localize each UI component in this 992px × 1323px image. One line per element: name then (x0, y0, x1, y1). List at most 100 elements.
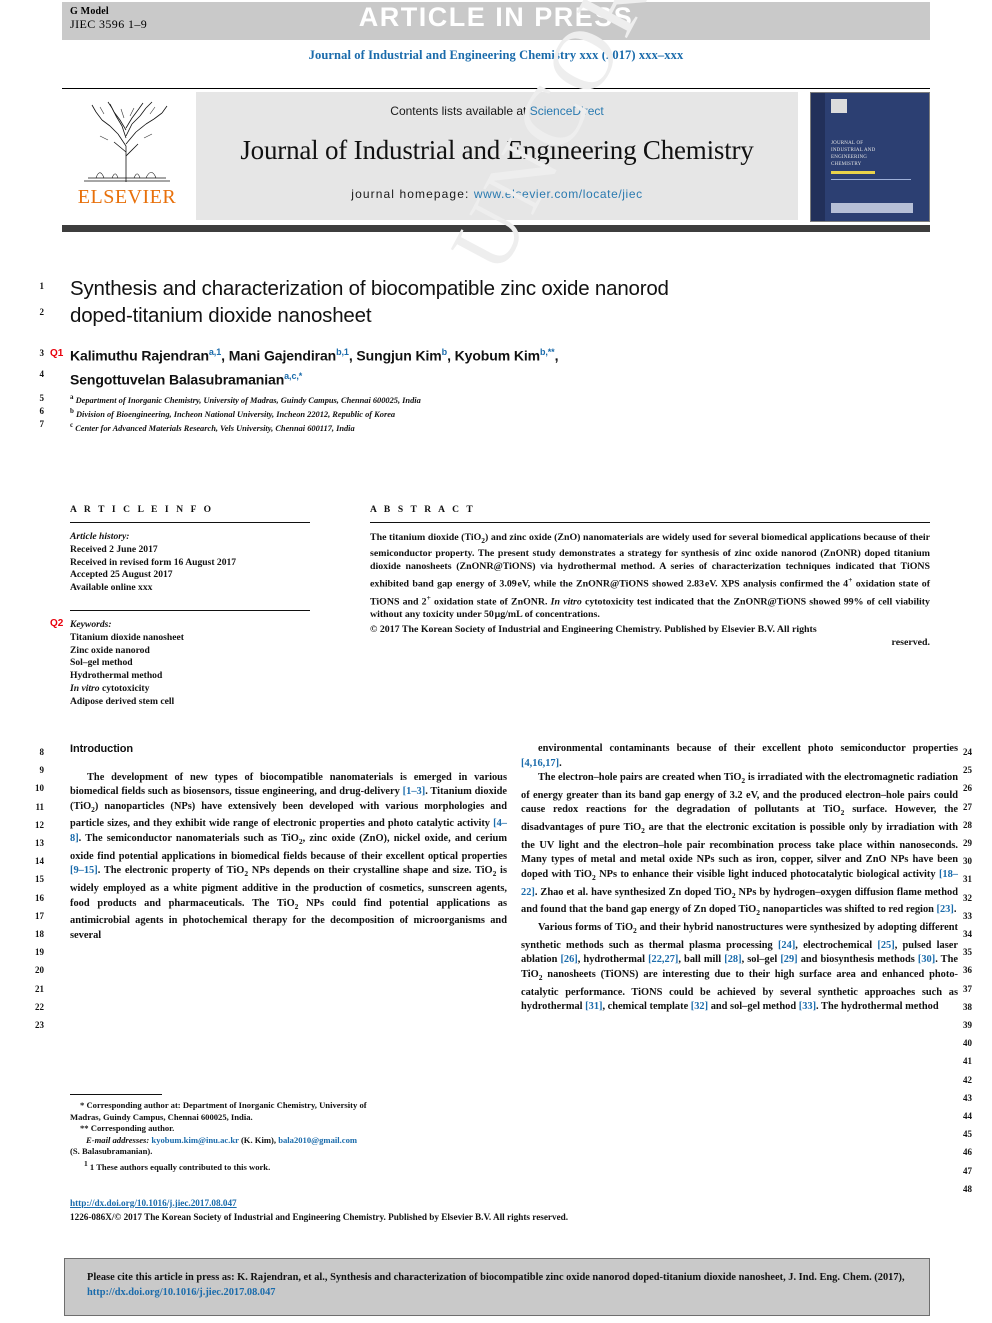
query-marker-q1[interactable]: Q1 (50, 348, 63, 359)
line-number: 48 (963, 1183, 972, 1194)
email-addresses-label: E-mail addresses: (86, 1134, 150, 1145)
line-number: 21 (35, 983, 44, 994)
abstract-copyright-tail: reserved. (891, 637, 930, 649)
abstract-copyright: © 2017 The Korean Society of Industrial … (370, 624, 817, 636)
keyword-item: Sol–gel method (70, 657, 133, 669)
masthead: ELSEVIER Contents lists available at Sci… (62, 92, 930, 222)
line-number: 14 (35, 856, 44, 867)
line-number: 19 (35, 947, 44, 958)
title-line-2: doped-titanium dioxide nanosheet (70, 304, 372, 327)
line-number: 4 (39, 369, 45, 379)
line-number: 6 (39, 406, 45, 416)
homepage-url-link[interactable]: www.elsevier.com/locate/jiec (474, 187, 643, 201)
abstract-rule-top (370, 522, 930, 523)
body-column-left: Introduction The development of new type… (70, 742, 507, 943)
keyword-item: Zinc oxide nanorod (70, 644, 150, 656)
paragraph: Various forms of TiO2 and their hybrid n… (521, 922, 959, 1013)
line-number: 8 (39, 747, 45, 757)
article-page: G Model JIEC 3596 1–9 ARTICLE IN PRESS J… (0, 0, 992, 1323)
homepage-label: journal homepage: (351, 187, 470, 201)
article-in-press-text: ARTICLE IN PRESS (358, 2, 634, 32)
article-history-item: Accepted 25 August 2017 (70, 569, 173, 581)
affiliation-item: a Department of Inorganic Chemistry, Uni… (70, 393, 421, 405)
line-number: 18 (35, 929, 44, 939)
email-link-bala[interactable]: bala2010@gmail.com (278, 1135, 357, 1145)
affiliation-marker: b (70, 407, 74, 416)
elsevier-wordmark: ELSEVIER (77, 186, 177, 208)
paragraph: The development of new types of biocompa… (70, 771, 508, 941)
line-number: 9 (39, 765, 45, 776)
line-number: 44 (963, 1111, 972, 1121)
email-owner-kim: (K. Kim), (240, 1134, 277, 1145)
cover-title-line-1: JOURNAL OF (831, 141, 864, 146)
elsevier-logo: ELSEVIER (62, 92, 190, 220)
abstract-heading: A B S T R A C T (370, 505, 476, 515)
sciencedirect-link[interactable]: ScienceDirect (530, 104, 604, 118)
affiliation-item: b Division of Bioengineering, Incheon Na… (70, 407, 396, 419)
cover-title-line-3: ENGINEERING (831, 155, 868, 160)
affiliation-list: a Department of Inorganic Chemistry, Uni… (70, 392, 710, 434)
email-link-kim[interactable]: kyobum.kim@inu.ac.kr (151, 1135, 238, 1145)
abstract-column: A B S T R A C T The titanium dioxide (Ti… (370, 505, 930, 649)
keywords-label: Keywords: (70, 618, 112, 630)
journal-cover-thumbnail: JOURNAL OF INDUSTRIAL AND ENGINEERING CH… (810, 92, 930, 222)
cite-text-body: Please cite this article in press as: K.… (87, 1272, 905, 1283)
line-number: 47 (963, 1165, 972, 1176)
page-title: Synthesis and characterization of biocom… (70, 275, 670, 329)
query-marker-q2[interactable]: Q2 (50, 618, 63, 629)
keyword-item: Adipose derived stem cell (70, 695, 175, 707)
paragraph: environmental contaminants because of th… (521, 743, 958, 769)
footnote-block: * Corresponding author at: Department of… (70, 1100, 507, 1173)
line-number: 15 (35, 874, 44, 885)
affiliation-marker: a (70, 393, 74, 401)
cover-footer-block (831, 203, 913, 213)
journal-homepage-line: journal homepage: www.elsevier.com/locat… (196, 187, 798, 201)
masthead-center: Contents lists available at ScienceDirec… (196, 92, 798, 220)
line-number: 46 (963, 1147, 972, 1158)
line-number: 2 (39, 307, 45, 317)
affiliation-item: c Center for Advanced Materials Research… (70, 421, 355, 433)
masthead-bottom-band (62, 225, 930, 232)
footnote-equal-contribution: 1 1 These authors equally contributed to… (70, 1158, 507, 1173)
author-list: Kalimuthu Rajendrana,1, Mani Gajendiranb… (70, 347, 559, 388)
cite-this-article-box: Please cite this article in press as: K.… (64, 1258, 930, 1316)
cover-title-line-2: INDUSTRIAL AND (831, 148, 876, 153)
contents-prefix: Contents lists available at (390, 104, 530, 118)
article-history-items: Received 2 June 2017 Received in revised … (70, 544, 310, 595)
article-history-item: Received in revised form 16 August 2017 (70, 556, 237, 568)
contents-line: Contents lists available at ScienceDirec… (196, 104, 798, 118)
line-number: 43 (963, 1092, 972, 1103)
line-number: 16 (35, 892, 44, 903)
keyword-item: Titanium dioxide nanosheet (70, 631, 184, 643)
section-heading-introduction: Introduction (70, 743, 133, 755)
line-number: 1 (39, 281, 45, 291)
keyword-item: Hydrothermal method (70, 670, 163, 682)
article-history-item: Available online xxx (70, 582, 153, 594)
cover-divider (831, 179, 911, 180)
line-number: 17 (35, 910, 44, 921)
cover-spine (811, 93, 825, 221)
left-column-paragraphs: The development of new types of biocompa… (70, 771, 507, 944)
line-number: 7 (39, 419, 45, 429)
article-info-rule-mid (70, 609, 310, 611)
article-history-item: Received 2 June 2017 (70, 543, 158, 555)
doi-link[interactable]: http://dx.doi.org/10.1016/j.jiec.2017.08… (70, 1198, 237, 1208)
journal-running-head: Journal of Industrial and Engineering Ch… (308, 48, 684, 62)
line-number: 5 (39, 393, 45, 403)
footnote-corresponding-2: ** Corresponding author. (80, 1123, 175, 1134)
cite-doi-link[interactable]: http://dx.doi.org/10.1016/j.jiec.2017.08… (87, 1287, 275, 1298)
body-column-right: environmental contaminants because of th… (521, 742, 958, 1015)
cite-text: Please cite this article in press as: K.… (87, 1270, 905, 1300)
footnote-corresponding-1b: Madras, Guindy Campus, Chennai 600025, I… (70, 1111, 253, 1122)
cover-accent-bar (831, 171, 875, 174)
line-number: 20 (35, 965, 44, 976)
line-number: 23 (35, 1020, 44, 1030)
keyword-item: In vitro cytotoxicity (70, 682, 150, 694)
paragraph: The electron–hole pairs are created when… (521, 772, 959, 918)
elsevier-tree-icon (84, 101, 170, 182)
line-number: 12 (35, 819, 44, 830)
issn-copyright-line: 1226-086X/© 2017 The Korean Society of I… (70, 1212, 569, 1222)
article-info-column: A R T I C L E I N F O Article history: R… (70, 505, 310, 709)
article-history-label: Article history: (70, 531, 130, 542)
keywords-block: Keywords: Titanium dioxide nanosheet Zinc… (70, 619, 310, 709)
